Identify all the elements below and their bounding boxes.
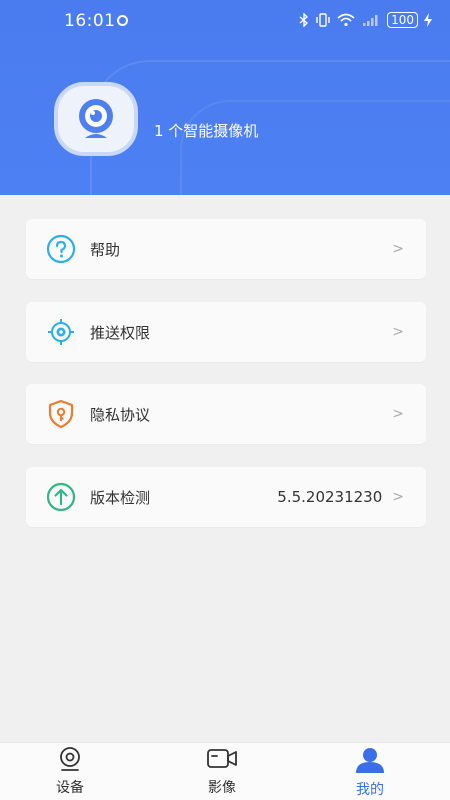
chevron-right-icon: > [392, 489, 404, 505]
tab-label: 我的 [356, 782, 384, 798]
battery-indicator: 100 [387, 12, 418, 28]
chevron-right-icon: > [392, 324, 404, 340]
menu-item-label: 帮助 [90, 240, 121, 259]
shield-key-icon [44, 397, 78, 431]
tab-devices[interactable]: 设备 [30, 747, 110, 797]
help-circle-icon [44, 232, 78, 266]
charging-icon [424, 13, 432, 27]
signal-icon [363, 15, 378, 26]
chevron-right-icon: > [392, 241, 404, 257]
tab-label: 设备 [56, 780, 84, 796]
webcam-icon [60, 747, 80, 771]
menu-item-label: 版本检测 [90, 488, 151, 507]
status-time: 16:01 [64, 11, 116, 31]
device-count-label[interactable]: 1 个智能摄像机 [154, 120, 258, 141]
menu-item-push-permission[interactable]: 推送权限 > [26, 302, 426, 362]
vibrate-icon [316, 13, 330, 27]
upload-circle-icon [44, 480, 78, 514]
video-camera-icon [207, 749, 237, 768]
menu-item-help[interactable]: 帮助 > [26, 219, 426, 279]
status-icons: 100 [299, 12, 432, 28]
target-icon [44, 315, 78, 349]
tab-label: 影像 [208, 780, 236, 796]
menu-item-label: 隐私协议 [90, 405, 151, 424]
version-number: 5.5.20231230 [277, 488, 383, 506]
notification-icon [117, 15, 128, 26]
bottom-navigation: 设备 影像 我的 [0, 742, 450, 800]
profile-header: 16:01 100 1 个智能摄像机 [0, 0, 450, 195]
menu-item-privacy-policy[interactable]: 隐私协议 > [26, 384, 426, 444]
user-icon [356, 748, 384, 773]
header-decoration [180, 100, 450, 195]
chevron-right-icon: > [392, 406, 404, 422]
wifi-icon [337, 13, 355, 27]
tab-mine[interactable]: 我的 [330, 747, 410, 799]
bluetooth-icon [299, 13, 309, 27]
webcam-icon [79, 99, 113, 138]
camera-avatar[interactable] [54, 82, 138, 156]
menu-item-version-check[interactable]: 版本检测 5.5.20231230 > [26, 467, 426, 527]
status-bar: 16:01 100 [0, 0, 450, 42]
menu-item-label: 推送权限 [90, 323, 151, 342]
tab-videos[interactable]: 影像 [182, 747, 262, 797]
